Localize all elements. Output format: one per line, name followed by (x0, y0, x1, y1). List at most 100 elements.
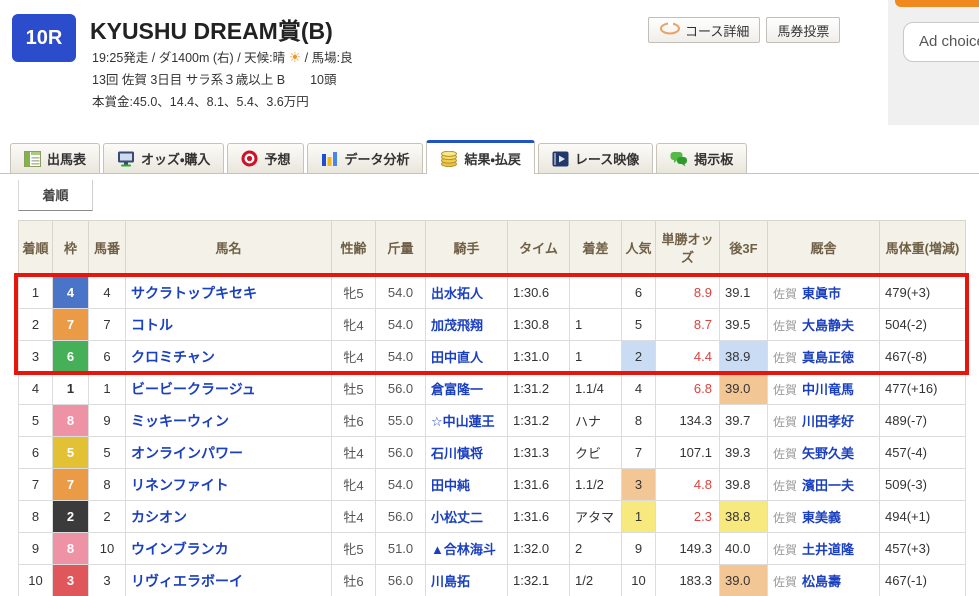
body-weight-cell: 509(-3) (880, 469, 966, 501)
sex-age-cell: 牡5 (332, 373, 376, 405)
win-odds-cell: 2.3 (656, 501, 720, 533)
margin-cell: ハナ (570, 405, 622, 437)
col-carried-weight: 斤量 (376, 221, 426, 277)
horse-name-cell: ウインブランカ (126, 533, 332, 565)
racecard-icon (24, 151, 41, 167)
trainer-link[interactable]: 松島壽 (802, 574, 841, 589)
horse-name-link[interactable]: リネンファイト (131, 477, 229, 493)
results-payout-coins-icon (440, 151, 458, 167)
bet-vote-button[interactable]: 馬券投票 (766, 17, 840, 43)
stable-cell: 佐賀土井道隆 (768, 533, 880, 565)
carried-weight-cell: 56.0 (376, 501, 426, 533)
trainer-link[interactable]: 東眞市 (802, 286, 841, 301)
col-last3f: 後3F (720, 221, 768, 277)
jockey-link[interactable]: 倉富隆一 (431, 382, 483, 397)
table-row: 1 4 4 サクラトップキセキ 牝5 54.0 出水拓人 1:30.6 6 8.… (19, 277, 966, 309)
stable-cell: 佐賀川田孝好 (768, 405, 880, 437)
horse-number-cell: 4 (89, 277, 126, 309)
result-table-wrap: 着順 枠 馬番 馬名 性齢 斤量 騎手 タイム 着差 人気 単勝オッズ 後3F … (18, 220, 965, 596)
trainer-link[interactable]: 真島正徳 (802, 350, 854, 365)
trainer-link[interactable]: 大島静夫 (802, 318, 854, 333)
tab-racecard[interactable]: 出馬表 (10, 143, 100, 173)
jockey-link[interactable]: 川島拓 (431, 574, 470, 589)
win-odds-cell: 183.3 (656, 565, 720, 596)
horse-name-link[interactable]: リヴィエラボーイ (131, 573, 243, 589)
ad-choices-button[interactable]: Ad choice (903, 22, 979, 62)
horse-number-cell: 5 (89, 437, 126, 469)
stable-region-label: 佐賀 (773, 351, 797, 365)
tab-odds-purchase[interactable]: オッズ・購入 (103, 143, 224, 173)
table-row: 3 6 6 クロミチャン 牝4 54.0 田中直人 1:31.0 1 2 4.4… (19, 341, 966, 373)
stable-cell: 佐賀中川竜馬 (768, 373, 880, 405)
trainer-link[interactable]: 濱田一夫 (802, 478, 854, 493)
race-header: 10R KYUSHU DREAM賞(B) 19:25発走 / ダ1400m (右… (0, 0, 979, 130)
col-frame: 枠 (53, 221, 89, 277)
race-info: 19:25発走 / ダ1400m (右) / 天候:晴 ☀ / 馬場:良 13回… (92, 46, 353, 113)
sex-age-cell: 牝5 (332, 533, 376, 565)
jockey-link[interactable]: ▲合林海斗 (431, 542, 496, 557)
horse-number-cell: 2 (89, 501, 126, 533)
jockey-link[interactable]: ☆中山蓮王 (431, 414, 495, 429)
win-odds-cell: 134.3 (656, 405, 720, 437)
tab-prediction[interactable]: 予想 (227, 143, 304, 173)
margin-cell: 2 (570, 533, 622, 565)
course-detail-button[interactable]: コース詳細 (648, 17, 760, 43)
popularity-cell: 1 (622, 501, 656, 533)
margin-cell (570, 277, 622, 309)
stable-region-label: 佐賀 (773, 575, 797, 589)
col-stable: 厩舎 (768, 221, 880, 277)
trainer-link[interactable]: 中川竜馬 (802, 382, 854, 397)
horse-name-link[interactable]: ビービークラージュ (131, 381, 256, 397)
trainer-link[interactable]: 土井道隆 (802, 542, 854, 557)
sex-age-cell: 牡4 (332, 437, 376, 469)
col-horse-name: 馬名 (126, 221, 332, 277)
stable-region-label: 佐賀 (773, 479, 797, 493)
tab-data-analysis[interactable]: データ分析 (307, 143, 423, 173)
margin-cell: 1/2 (570, 565, 622, 596)
stable-cell: 佐賀大島静夫 (768, 309, 880, 341)
horse-name-link[interactable]: カシオン (131, 509, 187, 525)
time-cell: 1:31.2 (508, 373, 570, 405)
stable-region-label: 佐賀 (773, 287, 797, 301)
win-odds-cell: 6.8 (656, 373, 720, 405)
horse-name-link[interactable]: コトル (131, 317, 173, 333)
horse-name-link[interactable]: クロミチャン (131, 349, 215, 365)
col-margin: 着差 (570, 221, 622, 277)
subtab-finish-order[interactable]: 着順 (18, 180, 93, 211)
last3f-cell: 39.0 (720, 373, 768, 405)
horse-name-link[interactable]: オンラインパワー (131, 445, 243, 461)
horse-name-link[interactable]: ミッキーウィン (131, 413, 229, 429)
horse-name-cell: カシオン (126, 501, 332, 533)
trainer-link[interactable]: 矢野久美 (802, 446, 854, 461)
data-analysis-chart-icon (321, 151, 338, 167)
body-weight-cell: 479(+3) (880, 277, 966, 309)
prediction-target-icon (241, 150, 258, 167)
jockey-link[interactable]: 石川慎将 (431, 446, 483, 461)
jockey-link[interactable]: 出水拓人 (431, 286, 483, 301)
jockey-link[interactable]: 小松丈二 (431, 510, 483, 525)
trainer-link[interactable]: 川田孝好 (802, 414, 854, 429)
trainer-link[interactable]: 東美義 (802, 510, 841, 525)
last3f-cell: 39.0 (720, 565, 768, 596)
stable-region-label: 佐賀 (773, 415, 797, 429)
tab-board[interactable]: 掲示板 (656, 143, 747, 173)
tab-race-video[interactable]: レース映像 (538, 143, 653, 173)
jockey-link[interactable]: 田中直人 (431, 350, 483, 365)
horse-name-link[interactable]: ウインブランカ (131, 541, 229, 557)
stable-region-label: 佐賀 (773, 543, 797, 557)
stable-cell: 佐賀東眞市 (768, 277, 880, 309)
horse-name-link[interactable]: サクラトップキセキ (131, 285, 257, 301)
jockey-cell: 小松丈二 (426, 501, 508, 533)
time-cell: 1:31.6 (508, 501, 570, 533)
margin-cell: 1 (570, 341, 622, 373)
sex-age-cell: 牝5 (332, 277, 376, 309)
frame-cell: 1 (53, 373, 89, 405)
jockey-cell: 田中純 (426, 469, 508, 501)
carried-weight-cell: 54.0 (376, 309, 426, 341)
board-chat-icon (670, 151, 688, 167)
jockey-link[interactable]: 加茂飛翔 (431, 318, 483, 333)
tab-results-payout[interactable]: 結果・払戻 (426, 140, 534, 174)
horse-number-cell: 10 (89, 533, 126, 565)
rank-cell: 8 (19, 501, 53, 533)
jockey-link[interactable]: 田中純 (431, 478, 470, 493)
